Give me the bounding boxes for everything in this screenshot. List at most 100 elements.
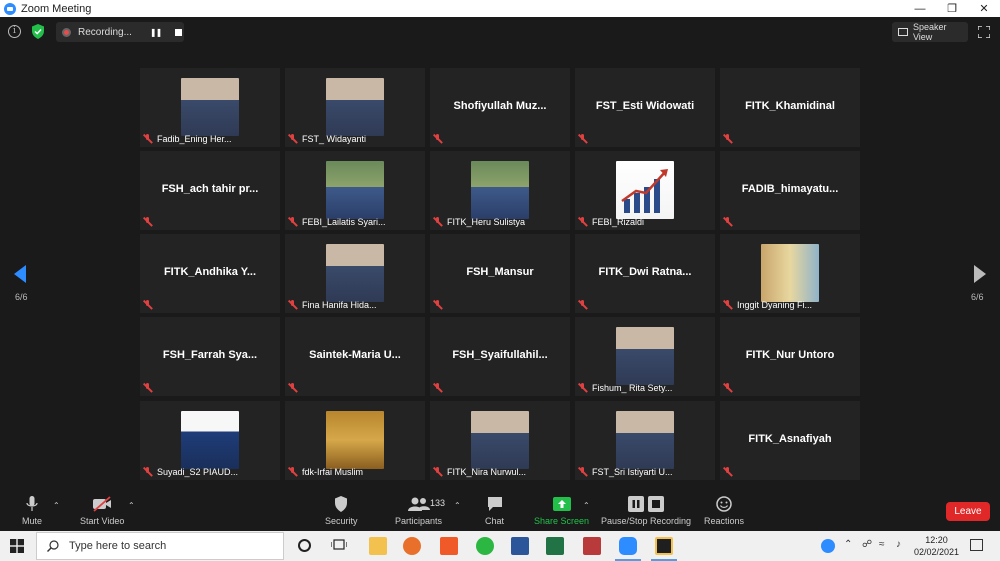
participant-tile[interactable]: FITK_Asnafiyah	[720, 401, 860, 480]
security-button[interactable]: Security	[325, 495, 358, 526]
participant-tile[interactable]: Inggit Dyaning Fi...	[720, 234, 860, 313]
sticky-app-icon[interactable]	[655, 537, 673, 555]
stop-recording-icon[interactable]	[175, 28, 183, 36]
taskbar-clock[interactable]: 12:20 02/02/2021	[914, 534, 959, 558]
speaker-view-label: Speaker View	[912, 22, 947, 42]
participant-name: Suyadi_S2 PIAUD...	[157, 467, 239, 477]
pause-stop-icon	[628, 496, 665, 512]
participant-tile[interactable]: FEBI_Lailatis Syari...	[285, 151, 425, 230]
participant-label: FEBI_Lailatis Syari...	[288, 216, 386, 228]
leave-button[interactable]: Leave	[946, 502, 990, 521]
participant-tile[interactable]: Shofiyullah Muz...	[430, 68, 570, 147]
pause-recording-icon[interactable]: ❚❚	[150, 28, 162, 37]
pause-stop-recording-button[interactable]: Pause/Stop Recording	[601, 495, 691, 526]
participant-tile[interactable]: FITK_Khamidinal	[720, 68, 860, 147]
participant-video	[471, 161, 529, 219]
view-grid-icon	[898, 28, 908, 36]
participant-tile[interactable]: FSH_ach tahir pr...	[140, 151, 280, 230]
participant-display-name: FITK_Khamidinal	[745, 100, 835, 112]
participant-tile[interactable]: FSH_Syaifullahil...	[430, 317, 570, 396]
share-screen-button[interactable]: Share Screen	[534, 495, 589, 526]
participant-tile[interactable]: FITK_Nira Nurwul...	[430, 401, 570, 480]
participant-tile[interactable]: FSH_Mansur	[430, 234, 570, 313]
show-hidden-icons-icon[interactable]: ⌃	[844, 539, 852, 550]
encryption-shield-icon[interactable]	[31, 24, 45, 39]
cortana-icon[interactable]	[298, 539, 311, 552]
zoom-taskbar-icon[interactable]	[619, 537, 637, 555]
video-options-caret-icon[interactable]: ⌃	[128, 501, 135, 510]
participant-tile[interactable]: FST_Sri Istiyarti U...	[575, 401, 715, 480]
participant-tile[interactable]: FITK_Heru Sulistya	[430, 151, 570, 230]
page-indicator-right: 6/6	[971, 292, 984, 302]
participant-tile[interactable]: fdk-Irfai Muslim	[285, 401, 425, 480]
participant-video	[181, 78, 239, 136]
file-explorer-icon[interactable]	[369, 537, 387, 555]
participant-tile[interactable]: FSH_Farrah Sya...	[140, 317, 280, 396]
participant-display-name: FSH_Mansur	[466, 266, 534, 278]
info-icon[interactable]: i	[8, 25, 21, 38]
participants-caret-icon[interactable]: ⌃	[454, 501, 461, 510]
participant-tile[interactable]: FITK_Dwi Ratna...	[575, 234, 715, 313]
firefox-icon[interactable]	[403, 537, 421, 555]
participant-tile[interactable]: Suyadi_S2 PIAUD...	[140, 401, 280, 480]
participant-video	[616, 411, 674, 469]
volume-icon[interactable]: ♪	[896, 539, 901, 550]
participant-tile[interactable]: FITK_Andhika Y...	[140, 234, 280, 313]
wifi-icon[interactable]: ≈	[879, 539, 885, 550]
close-button[interactable]: ✕	[968, 0, 1000, 17]
windows-start-icon[interactable]	[10, 539, 24, 553]
mute-button[interactable]: Mute	[22, 495, 42, 526]
chat-button[interactable]: Chat	[485, 495, 504, 526]
media-app-icon[interactable]	[583, 537, 601, 555]
zoom-logo-icon	[4, 2, 16, 15]
fullscreen-icon[interactable]	[978, 26, 990, 38]
title-bar: Zoom Meeting — ❐ ✕	[0, 0, 1000, 17]
participant-label	[433, 299, 447, 311]
participant-tile[interactable]: FADIB_himayatu...	[720, 151, 860, 230]
participant-tile[interactable]: FITK_Nur Untoro	[720, 317, 860, 396]
task-view-icon[interactable]	[331, 539, 347, 553]
start-video-button[interactable]: Start Video	[80, 495, 124, 526]
whatsapp-icon[interactable]	[476, 537, 494, 555]
participant-display-name: FITK_Andhika Y...	[163, 266, 257, 278]
participant-video	[326, 411, 384, 469]
next-page-arrow-icon[interactable]	[974, 265, 986, 283]
prev-page-arrow-icon[interactable]	[14, 265, 26, 283]
minimize-button[interactable]: —	[904, 0, 936, 17]
muted-mic-icon	[433, 134, 443, 144]
excel-icon[interactable]	[546, 537, 564, 555]
participant-label: Suyadi_S2 PIAUD...	[143, 466, 238, 478]
network-tray-icon[interactable]: ☍	[862, 539, 872, 550]
mute-label: Mute	[22, 516, 43, 526]
participant-tile[interactable]: Fadib_Ening Her...	[140, 68, 280, 147]
participant-label: Fadib_Ening Her...	[143, 133, 232, 145]
help-tray-icon[interactable]	[821, 539, 835, 553]
word-icon[interactable]	[511, 537, 529, 555]
notification-icon[interactable]	[970, 539, 983, 551]
security-label: Security	[325, 516, 358, 526]
taskbar-search-input[interactable]: Type here to search	[36, 532, 284, 560]
muted-mic-icon	[143, 134, 153, 144]
participant-tile[interactable]: Fina Hanifa Hida...	[285, 234, 425, 313]
muted-mic-icon	[723, 217, 733, 227]
participant-tile[interactable]: Fishum_ Rita Sety...	[575, 317, 715, 396]
participant-tile[interactable]: FST_ Widayanti	[285, 68, 425, 147]
participants-icon	[407, 497, 430, 511]
share-options-caret-icon[interactable]: ⌃	[583, 501, 590, 510]
muted-mic-icon	[143, 300, 153, 310]
participant-tile[interactable]: FEBI_Rizaldi	[575, 151, 715, 230]
restore-button[interactable]: ❐	[936, 0, 968, 17]
participant-tile[interactable]: Saintek-Maria U...	[285, 317, 425, 396]
reactions-button[interactable]: Reactions	[704, 495, 744, 526]
audio-options-caret-icon[interactable]: ⌃	[53, 501, 60, 510]
participant-display-name: FITK_Nur Untoro	[745, 349, 835, 361]
tasks-app-icon[interactable]	[440, 537, 458, 555]
participant-video	[326, 161, 384, 219]
meeting-topbar: i Recording... ❚❚ Speaker View	[0, 21, 1000, 43]
participant-video	[616, 161, 674, 219]
search-icon	[47, 540, 59, 552]
speaker-view-button[interactable]: Speaker View	[892, 22, 968, 42]
clock-time: 12:20	[925, 535, 948, 545]
participant-name: FITK_Nira Nurwul...	[447, 467, 527, 477]
participant-tile[interactable]: FST_Esti Widowati	[575, 68, 715, 147]
